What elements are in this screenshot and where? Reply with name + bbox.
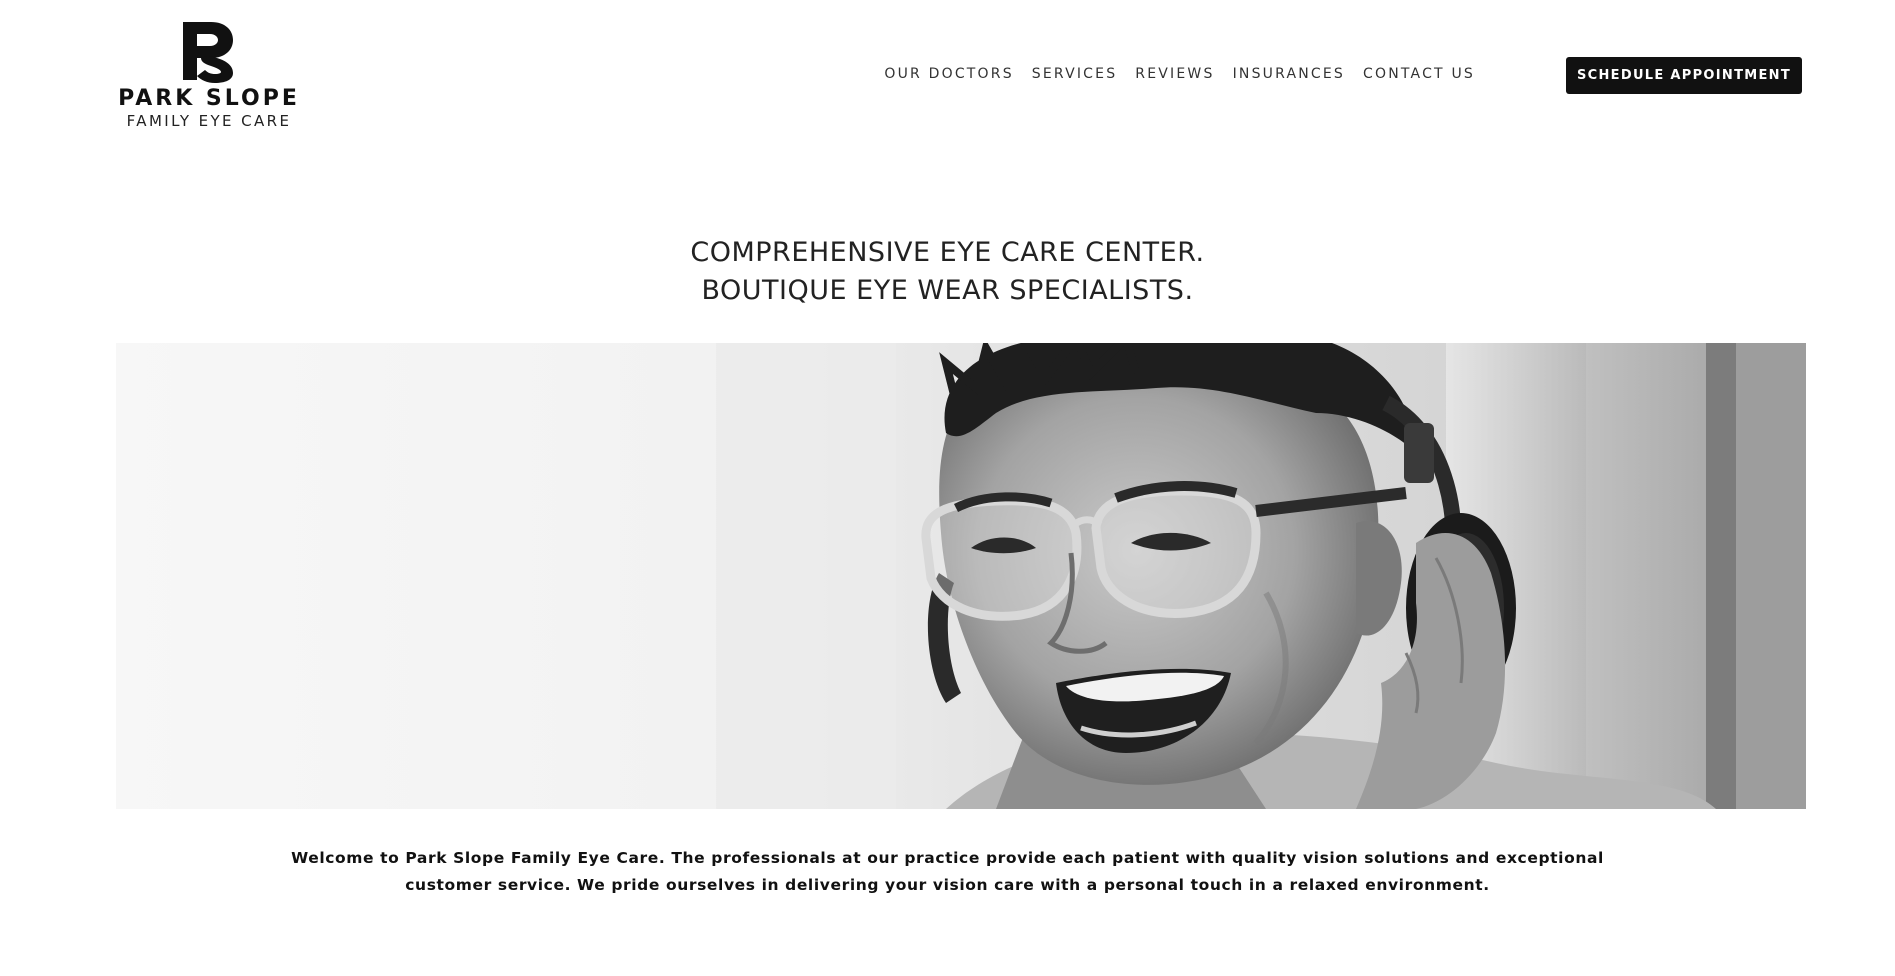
hero-heading-line-2: BOUTIQUE EYE WEAR SPECIALISTS. <box>701 275 1194 306</box>
ps-monogram-icon <box>183 22 233 83</box>
schedule-appointment-button[interactable]: SCHEDULE APPOINTMENT <box>1566 57 1802 94</box>
hero-heading-line-1: COMPREHENSIVE EYE CARE CENTER. <box>690 237 1205 268</box>
welcome-text: Welcome to Park Slope Family Eye Care. T… <box>291 849 1604 894</box>
nav-our-doctors[interactable]: OUR DOCTORS <box>884 57 1013 91</box>
brand-name: PARK SLOPE <box>118 86 300 111</box>
nav-insurances[interactable]: INSURANCES <box>1233 57 1345 91</box>
hero-photo <box>116 343 1806 809</box>
hero-photo-illustration <box>116 343 1806 809</box>
main-navigation: OUR DOCTORS SERVICES REVIEWS INSURANCES … <box>866 57 1475 91</box>
hero-heading: COMPREHENSIVE EYE CARE CENTER. BOUTIQUE … <box>0 234 1895 310</box>
nav-contact-us[interactable]: CONTACT US <box>1363 57 1475 91</box>
site-logo[interactable]: PARK SLOPE FAMILY EYE CARE <box>114 18 304 130</box>
nav-reviews[interactable]: REVIEWS <box>1135 57 1214 91</box>
brand-subtitle: FAMILY EYE CARE <box>126 112 292 130</box>
nav-services[interactable]: SERVICES <box>1032 57 1118 91</box>
